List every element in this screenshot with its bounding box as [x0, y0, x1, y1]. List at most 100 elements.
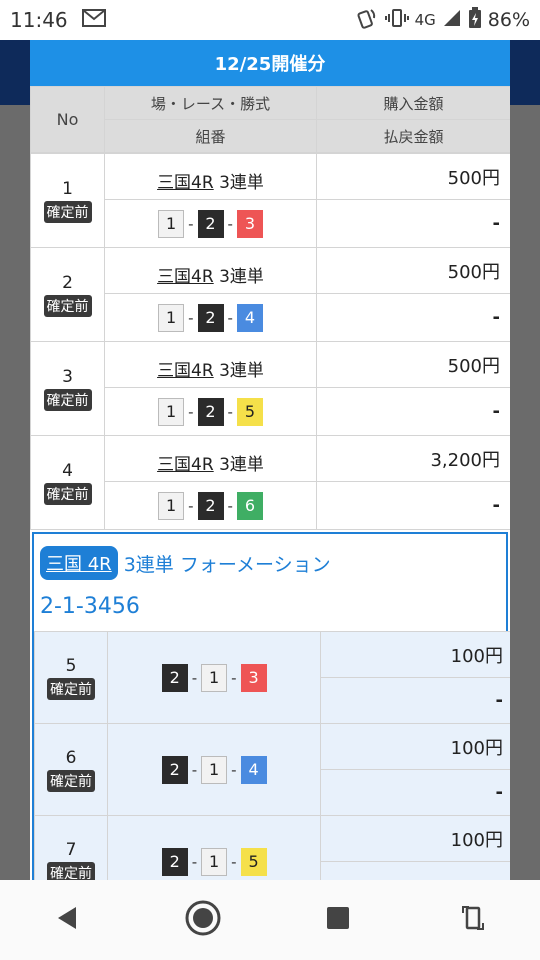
recents-icon: [325, 905, 351, 935]
combo-dash: -: [191, 852, 198, 871]
purchase-history-panel: 12/25開催分 No 場・レース・勝式 購入金額 組番 払戻金額 1 確定前 三国…: [30, 40, 510, 880]
formation-venue: 三国 4R: [46, 554, 112, 575]
boat-number: 5: [240, 847, 267, 876]
combo-dash: -: [188, 402, 194, 421]
venue-link[interactable]: 三国4R: [157, 173, 214, 193]
purchase-table: No 場・レース・勝式 購入金額 組番 払戻金額: [30, 86, 510, 153]
status-badge: 確定前: [43, 294, 92, 317]
purchase-amount: 100円: [320, 723, 510, 770]
payout-amount: -: [316, 293, 510, 342]
combo-dash: -: [188, 308, 194, 327]
venue-link[interactable]: 三国4R: [157, 455, 214, 475]
row-number: 6: [65, 747, 77, 768]
bet-type: 3連単: [219, 455, 264, 475]
panel-title: 12/25開催分: [30, 40, 510, 86]
combo-dash: -: [227, 214, 233, 233]
purchase-amount: 500円: [316, 341, 510, 388]
status-badge: 確定前: [43, 388, 92, 411]
race-title[interactable]: 三国4R 3連単: [104, 435, 317, 482]
boat-number: 2: [161, 755, 188, 784]
combo-numbers: 1-2-3: [158, 209, 263, 238]
nfc-icon: [355, 6, 379, 35]
recents-button[interactable]: [318, 900, 358, 940]
bet-type: 3連単: [219, 173, 264, 193]
payout-amount: -: [320, 677, 510, 724]
bet-rows: 1 確定前 三国4R 3連単 500円 1-2-3-2 確定前 三国4R 3連単 500円 1-…: [30, 153, 510, 530]
race-title[interactable]: 三国4R 3連単: [104, 247, 317, 294]
header-combo: 組番: [104, 119, 317, 153]
row-number-cell: 6 確定前: [33, 723, 109, 816]
back-icon: [54, 904, 82, 936]
boat-number: 4: [240, 755, 267, 784]
status-indicators: 4G 86%: [355, 6, 530, 35]
row-number: 2: [62, 272, 73, 293]
purchase-amount: 3,200円: [316, 435, 510, 482]
boat-number: 2: [197, 491, 224, 520]
boat-number: 4: [236, 303, 263, 332]
race-title[interactable]: 三国4R 3連単: [104, 153, 317, 200]
combo-cell: 1-2-5: [104, 387, 317, 436]
row-number-cell: 5 確定前: [33, 631, 109, 724]
boat-number: 2: [197, 397, 224, 426]
combo-cell: 2-1-5: [107, 815, 322, 880]
table-row: 4 確定前 三国4R 3連単 3,200円: [30, 435, 510, 530]
race-title[interactable]: 三国4R 3連単: [104, 341, 317, 388]
combo-dash: -: [191, 760, 198, 779]
row-number: 5: [65, 655, 77, 676]
boat-number: 2: [197, 303, 224, 332]
network-type: 4G: [414, 11, 436, 29]
status-badge: 確定前: [47, 677, 96, 700]
combo-cell: 1-2-3: [104, 199, 317, 248]
back-button[interactable]: [48, 900, 88, 940]
purchase-amount: 100円: [320, 631, 510, 678]
status-badge: 確定前: [47, 769, 96, 792]
boat-number: 1: [201, 663, 228, 692]
combo-cell: 1-2-6: [104, 481, 317, 530]
venue-link[interactable]: 三国4R: [157, 267, 214, 287]
home-button[interactable]: [183, 900, 223, 940]
combo-dash: -: [231, 760, 237, 779]
battery-percent: 86%: [487, 9, 530, 31]
combo-numbers: 2-1-5: [161, 847, 267, 876]
rotate-button[interactable]: [453, 900, 493, 940]
combo-dash: -: [188, 496, 194, 515]
status-badge: 確定前: [43, 482, 92, 505]
header-payout: 払戻金額: [316, 119, 510, 153]
venue-link[interactable]: 三国4R: [157, 361, 214, 381]
row-number-cell: 7 確定前: [33, 815, 109, 880]
row-number-cell: 1 確定前: [30, 153, 105, 248]
row-number-cell: 3 確定前: [30, 341, 105, 436]
boat-number: 1: [158, 397, 185, 426]
combo-dash: -: [231, 852, 237, 871]
combo-numbers: 1-2-6: [158, 491, 263, 520]
table-row: 3 確定前 三国4R 3連単 500円: [30, 341, 510, 436]
status-bar: 11:46 4G 86%: [0, 0, 540, 40]
combo-numbers: 2-1-4: [161, 755, 267, 784]
table-row: 1 確定前 三国4R 3連単 500円: [30, 153, 510, 248]
payout-amount: -: [316, 199, 510, 248]
combo-dash: -: [188, 214, 194, 233]
boat-number: 3: [240, 663, 267, 692]
combo-dash: -: [227, 402, 233, 421]
formation-venue-button[interactable]: 三国 4R: [40, 546, 118, 580]
formation-rows: 5 確定前 2-1-3 100円 -6 確定前 2-1-4 100円 -7 確定前 2-1-5 100…: [33, 631, 510, 880]
mail-icon: [81, 8, 106, 32]
boat-number: 2: [197, 209, 224, 238]
signal-icon: [442, 8, 462, 33]
header-no: No: [30, 86, 105, 153]
row-number-cell: 4 確定前: [30, 435, 105, 530]
purchase-amount: 500円: [316, 153, 510, 200]
payout-amount: -: [316, 481, 510, 530]
background-header-right: [510, 40, 540, 105]
purchase-amount: 100円: [320, 815, 510, 862]
row-number: 7: [65, 839, 77, 860]
vibrate-icon: [384, 8, 409, 33]
row-number: 4: [62, 460, 73, 481]
combo-numbers: 1-2-5: [158, 397, 263, 426]
combo-numbers: 1-2-4: [158, 303, 263, 332]
formation-block: 三国 4R 3連単 フォーメーション 2-1-3456 5 確定前 2-1-3 100…: [32, 532, 510, 880]
background-page-right: [510, 40, 540, 880]
boat-number: 1: [158, 491, 185, 520]
boat-number: 1: [201, 755, 228, 784]
boat-number: 1: [158, 303, 185, 332]
